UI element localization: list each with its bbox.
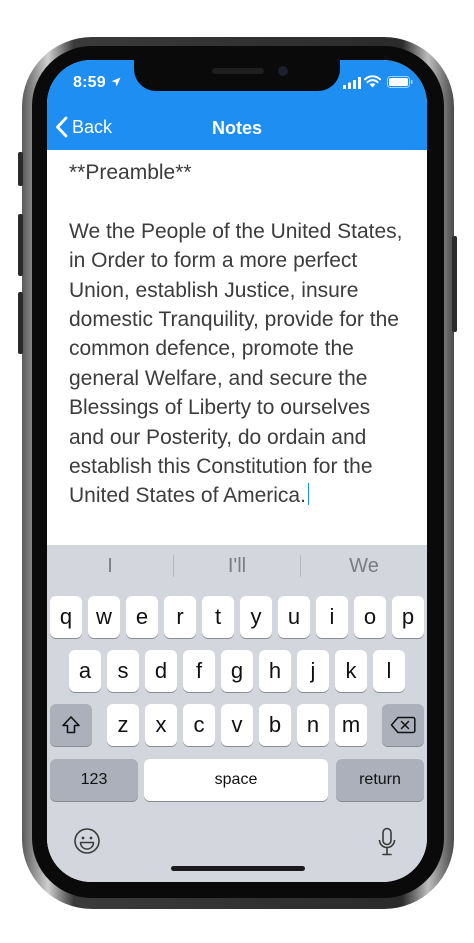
note-body: We the People of the United States, in O… [69, 219, 409, 508]
location-arrow-icon [111, 77, 121, 87]
space-bar[interactable]: space [144, 759, 328, 801]
delete-icon [390, 716, 416, 734]
key-m[interactable]: m [335, 704, 367, 746]
key-w[interactable]: w [88, 596, 120, 638]
power-button [452, 236, 457, 332]
shift-key[interactable] [50, 704, 92, 746]
key-j[interactable]: j [297, 650, 329, 692]
note-text-area[interactable]: **Preamble** We the People of the United… [47, 150, 427, 545]
key-t[interactable]: t [202, 596, 234, 638]
phone-screen: 8:59 Back Notes **Preamble** We the Peop… [47, 60, 427, 882]
shift-icon [62, 716, 80, 734]
suggestion-2[interactable]: I'll [174, 545, 300, 587]
delete-key[interactable] [382, 704, 424, 746]
text-cursor [307, 483, 309, 506]
key-n[interactable]: n [297, 704, 329, 746]
key-c[interactable]: c [183, 704, 215, 746]
suggestion-1[interactable]: I [47, 545, 173, 587]
predictive-bar: I I'll We [47, 545, 427, 587]
key-s[interactable]: s [107, 650, 139, 692]
speaker [212, 68, 264, 74]
page-title: Notes [211, 118, 262, 138]
emoji-icon[interactable] [73, 827, 101, 855]
numbers-key[interactable]: 123 [50, 759, 138, 801]
key-k[interactable]: k [335, 650, 367, 692]
suggestion-3[interactable]: We [301, 545, 427, 587]
key-d[interactable]: d [145, 650, 177, 692]
key-y[interactable]: y [240, 596, 272, 638]
cellular-signal-icon [343, 77, 361, 89]
key-x[interactable]: x [145, 704, 177, 746]
note-heading: **Preamble** [69, 161, 192, 184]
key-p[interactable]: p [392, 596, 424, 638]
battery-icon [387, 76, 413, 88]
front-camera [278, 66, 288, 76]
wifi-icon [364, 75, 381, 88]
key-r[interactable]: r [164, 596, 196, 638]
key-v[interactable]: v [221, 704, 253, 746]
key-h[interactable]: h [259, 650, 291, 692]
keyboard: I I'll We q w e r t y u i o p a s d f g … [47, 545, 427, 882]
key-l[interactable]: l [373, 650, 405, 692]
mute-switch [18, 152, 23, 186]
notch [134, 60, 340, 91]
key-z[interactable]: z [107, 704, 139, 746]
key-q[interactable]: q [50, 596, 82, 638]
volume-down-button [18, 292, 23, 354]
key-g[interactable]: g [221, 650, 253, 692]
key-f[interactable]: f [183, 650, 215, 692]
key-i[interactable]: i [316, 596, 348, 638]
key-e[interactable]: e [126, 596, 158, 638]
microphone-icon[interactable] [377, 827, 397, 857]
key-u[interactable]: u [278, 596, 310, 638]
status-time: 8:59 [73, 74, 106, 91]
return-key[interactable]: return [336, 759, 424, 801]
volume-up-button [18, 214, 23, 276]
key-o[interactable]: o [354, 596, 386, 638]
key-a[interactable]: a [69, 650, 101, 692]
key-b[interactable]: b [259, 704, 291, 746]
home-indicator[interactable] [171, 866, 305, 871]
